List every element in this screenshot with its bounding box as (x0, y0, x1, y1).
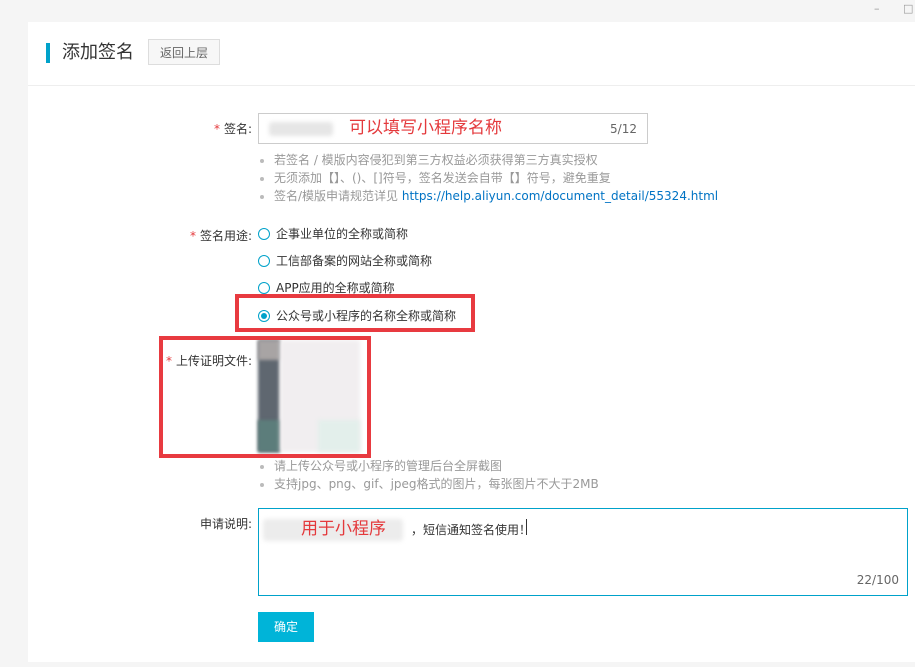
hint-text: 若签名 / 模版内容侵犯到第三方权益必须获得第三方真实授权 (274, 153, 598, 167)
annotation-description: 用于小程序 (301, 519, 386, 539)
upload-hint-2: 支持jpg、png、gif、jpeg格式的图片，每张图片不大于2MB (260, 475, 599, 493)
option-label: 工信部备案的网站全称或简称 (276, 254, 433, 268)
bullet (260, 482, 264, 487)
radio-button[interactable] (258, 255, 270, 267)
spec-link[interactable]: https://help.aliyun.com/document_detail/… (402, 189, 718, 203)
hint-text: 无须添加【】、()、[]符号，签名发送会自带【】符号，避免重复 (274, 171, 611, 185)
upload-hint-1: 请上传公众号或小程序的管理后台全屏截图 (260, 457, 502, 475)
signature-hint-3: 签名/模版申请规范详见 https://help.aliyun.com/docu… (260, 187, 718, 205)
title-accent-bar (46, 43, 50, 63)
bullet (260, 158, 264, 163)
page-title: 添加签名 (62, 42, 134, 63)
back-button[interactable]: 返回上层 (148, 39, 220, 65)
hint-text: 签名/模版申请规范详见 (274, 189, 399, 203)
annotation-signature: 可以填写小程序名称 (349, 118, 502, 138)
annotation-box-upload (159, 336, 371, 458)
radio-button[interactable] (258, 228, 270, 240)
signature-label: * 签名: (178, 121, 252, 137)
text-cursor (526, 519, 527, 535)
minimize-icon[interactable]: – (874, 3, 880, 15)
option-label: 企事业单位的全称或简称 (276, 227, 409, 241)
description-textarea[interactable]: 用于小程序 ，短信通知签名使用！ 22/100 (258, 508, 908, 596)
maximize-icon[interactable]: □ (903, 3, 913, 15)
bullet (260, 176, 264, 181)
main-panel: 添加签名 返回上层 * 签名: 可以填写小程序名称 5/12 若签名 / 模版内容… (28, 22, 915, 662)
redacted-value (269, 122, 333, 136)
signature-hint-2: 无须添加【】、()、[]符号，签名发送会自带【】符号，避免重复 (260, 169, 611, 187)
description-label: 申请说明: (199, 517, 252, 531)
usage-option-enterprise[interactable]: 企事业单位的全称或简称 (258, 225, 408, 243)
annotation-box-usage (235, 294, 475, 332)
signature-label-text: 签名: (223, 122, 252, 136)
description-counter: 22/100 (856, 573, 899, 587)
radio-button[interactable] (258, 282, 270, 294)
window-titlebar: – □ (0, 0, 915, 22)
usage-label-text: 签名用途: (199, 229, 252, 243)
signature-hint-1: 若签名 / 模版内容侵犯到第三方权益必须获得第三方真实授权 (260, 151, 598, 169)
description-text: ，短信通知签名使用！ (411, 523, 532, 537)
bullet (260, 194, 264, 199)
option-label: APP应用的全称或简称 (276, 281, 395, 295)
required-mark: * (213, 122, 220, 136)
page-header: 添加签名 返回上层 (28, 22, 915, 86)
confirm-button[interactable]: 确定 (258, 612, 314, 642)
hint-text: 支持jpg、png、gif、jpeg格式的图片，每张图片不大于2MB (274, 477, 599, 491)
required-mark: * (189, 229, 196, 243)
bullet (260, 464, 264, 469)
usage-option-website[interactable]: 工信部备案的网站全称或简称 (258, 252, 432, 270)
signature-input[interactable]: 可以填写小程序名称 5/12 (258, 113, 648, 144)
usage-label: * 签名用途: (168, 228, 252, 244)
signature-counter: 5/12 (610, 122, 637, 136)
hint-text: 请上传公众号或小程序的管理后台全屏截图 (274, 459, 503, 473)
